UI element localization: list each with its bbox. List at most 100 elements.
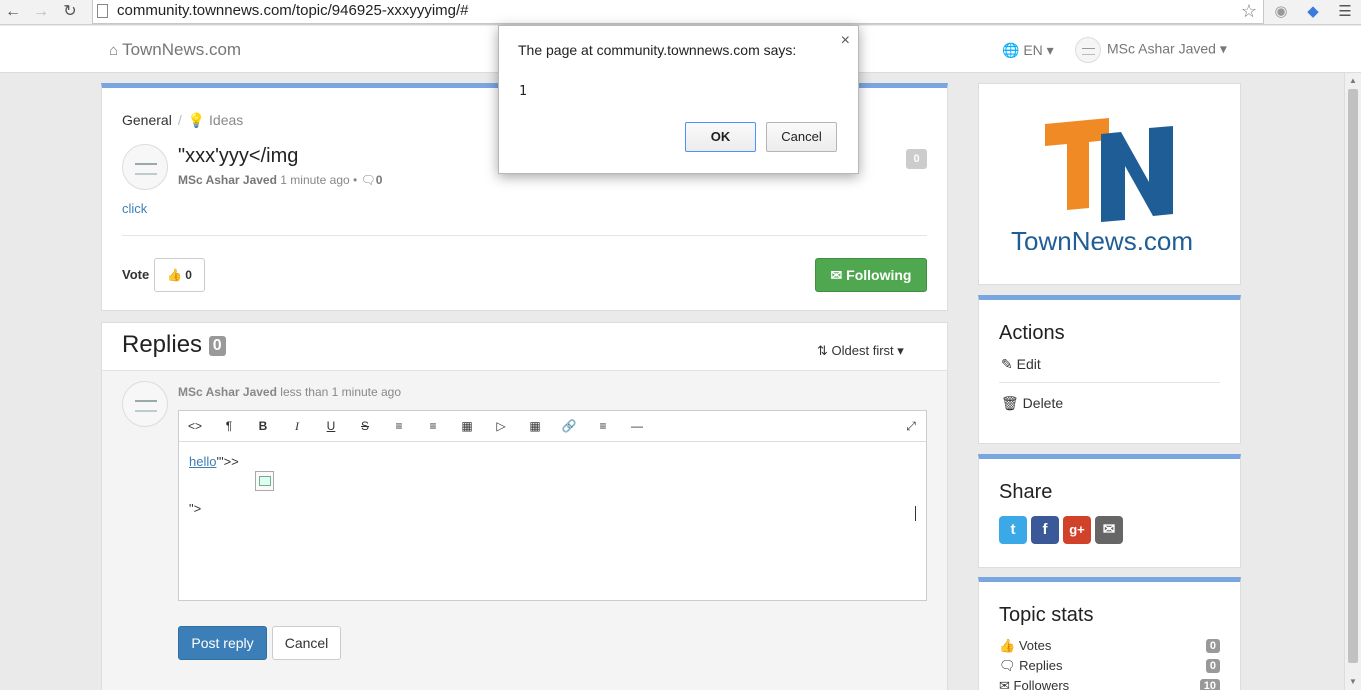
breadcrumb-general[interactable]: General: [122, 112, 172, 128]
address-bar[interactable]: community.townnews.com/topic/946925-xxxy…: [92, 0, 1264, 24]
fullscreen-icon[interactable]: ⤢: [902, 418, 920, 434]
stat-followers: ✉ Followers 10: [999, 678, 1220, 690]
code-view-icon[interactable]: <>: [186, 418, 204, 434]
sort-dropdown[interactable]: ⇅ Oldest first ▾: [817, 343, 904, 359]
google-plus-icon[interactable]: g+: [1063, 516, 1091, 544]
bullet-list-icon[interactable]: ≡: [390, 418, 408, 434]
upvote-button[interactable]: 👍 0: [154, 258, 205, 292]
click-link[interactable]: click: [122, 201, 147, 216]
dialog-ok-button[interactable]: OK: [685, 122, 756, 152]
breadcrumb: General / 💡 Ideas: [122, 112, 243, 129]
paragraph-icon[interactable]: ¶: [220, 418, 238, 434]
dialog-cancel-button[interactable]: Cancel: [766, 122, 837, 152]
table-icon[interactable]: ▦: [526, 418, 544, 434]
cancel-reply-button[interactable]: Cancel: [272, 626, 341, 660]
trash-icon: 🗑: [1001, 395, 1019, 411]
rich-text-editor[interactable]: <> ¶ B I U S ≡ ≡ ▦ ▷ ▦ 🔗 ≡ — ⤢ hello'">>…: [178, 410, 927, 601]
stat-value: 10: [1199, 679, 1220, 690]
facebook-icon[interactable]: f: [1031, 516, 1059, 544]
stat-value: 0: [1205, 639, 1220, 653]
vote-label: Vote: [122, 267, 150, 282]
underline-icon[interactable]: U: [322, 418, 340, 434]
scroll-down-icon[interactable]: ▼: [1349, 677, 1357, 686]
reply-time: less than 1 minute ago: [280, 385, 402, 399]
replies-count-badge: 0: [208, 336, 226, 356]
scroll-up-icon[interactable]: ▲: [1349, 76, 1357, 85]
reply-avatar: [122, 381, 168, 427]
comment-icon: 🗨: [360, 173, 376, 187]
forward-arrow-icon[interactable]: →: [31, 2, 51, 22]
link-icon[interactable]: 🔗: [560, 418, 578, 434]
user-name: MSc Ashar Javed: [1107, 40, 1216, 57]
edit-icon: ✎: [1001, 356, 1013, 372]
comment-count: 0: [375, 173, 383, 187]
bold-icon[interactable]: B: [254, 418, 272, 434]
user-avatar: [1075, 37, 1101, 63]
envelope-icon: ✉: [830, 267, 843, 283]
page-scrollbar[interactable]: ▲ ▼: [1344, 73, 1361, 690]
text-caret: [915, 506, 916, 521]
following-button[interactable]: ✉ Following: [815, 258, 927, 292]
extension-icon[interactable]: ◉: [1271, 2, 1291, 22]
edit-link[interactable]: ✎ Edit: [1001, 356, 1041, 373]
stat-label: Votes: [1018, 638, 1052, 653]
brand-text: TownNews.com: [122, 40, 242, 59]
language-label: EN: [1023, 42, 1043, 58]
stat-votes: 👍 Votes 0: [999, 638, 1220, 654]
caret-down-icon: ▾: [897, 343, 904, 358]
divider: [999, 382, 1220, 383]
logo-panel: TownNews.com: [978, 83, 1241, 285]
topic-title: "xxx'yyy</img: [178, 145, 299, 167]
numbered-list-icon[interactable]: ≡: [424, 418, 442, 434]
edit-label: Edit: [1016, 356, 1041, 372]
sort-icon: ⇅: [817, 343, 828, 358]
alert-dialog: The page at community.townnews.com says:…: [498, 25, 859, 174]
editor-content[interactable]: hello'">> ">: [189, 454, 274, 516]
align-left-icon[interactable]: ≡: [594, 418, 612, 434]
stat-value: 0: [1205, 659, 1220, 673]
breadcrumb-ideas[interactable]: Ideas: [209, 112, 243, 128]
reload-icon[interactable]: ↻: [60, 2, 80, 22]
email-icon[interactable]: ✉: [1095, 516, 1123, 544]
brand-link[interactable]: ⌂ TownNews.com: [109, 40, 241, 60]
topic-author[interactable]: MSc Ashar Javed: [178, 173, 277, 187]
stat-replies: 🗨 Replies 0: [999, 658, 1220, 674]
editor-link[interactable]: hello: [189, 454, 216, 469]
delete-link[interactable]: 🗑 Delete: [1001, 395, 1063, 412]
delete-label: Delete: [1022, 395, 1064, 411]
scrollbar-thumb[interactable]: [1348, 89, 1358, 663]
strikethrough-icon[interactable]: S: [356, 418, 374, 434]
video-icon[interactable]: ▷: [492, 418, 510, 434]
topic-time: 1 minute ago: [280, 173, 350, 187]
logo-text: TownNews.com: [1011, 226, 1193, 250]
share-title: Share: [999, 481, 1053, 503]
following-label: Following: [846, 267, 912, 283]
upvote-count: 0: [185, 268, 192, 282]
editor-line-1-rest: '">>: [216, 454, 239, 469]
post-reply-button[interactable]: Post reply: [178, 626, 267, 660]
editor-line-3: ">: [189, 501, 202, 516]
horizontal-rule-icon[interactable]: —: [628, 418, 646, 434]
author-avatar[interactable]: [122, 144, 168, 190]
home-icon: ⌂: [109, 42, 119, 59]
image-icon[interactable]: ▦: [458, 418, 476, 434]
italic-icon[interactable]: I: [288, 418, 306, 434]
extension-diamond-icon[interactable]: ◆: [1303, 2, 1323, 22]
language-dropdown[interactable]: 🌐 EN ▾: [1002, 42, 1054, 59]
thumbs-up-icon: 👍: [167, 268, 182, 282]
reply-meta: MSc Ashar Javed less than 1 minute ago: [178, 385, 401, 399]
vote-count-badge: 0: [906, 149, 927, 169]
close-icon[interactable]: ×: [841, 32, 850, 50]
page-icon: [97, 4, 108, 18]
star-icon[interactable]: ☆: [1241, 1, 1257, 22]
back-arrow-icon[interactable]: ←: [3, 2, 23, 22]
hamburger-menu-icon[interactable]: ☰: [1335, 2, 1355, 22]
twitter-icon[interactable]: t: [999, 516, 1027, 544]
replies-panel: Replies 0 ⇅ Oldest first ▾ MSc Ashar Jav…: [101, 322, 948, 690]
broken-image-icon: [255, 471, 274, 491]
replies-heading: Replies 0: [122, 331, 226, 359]
stats-title: Topic stats: [999, 604, 1094, 626]
user-menu[interactable]: MSc Ashar Javed ▾: [1075, 37, 1227, 63]
lightbulb-icon: 💡: [187, 112, 206, 128]
replies-title: Replies: [122, 331, 203, 358]
